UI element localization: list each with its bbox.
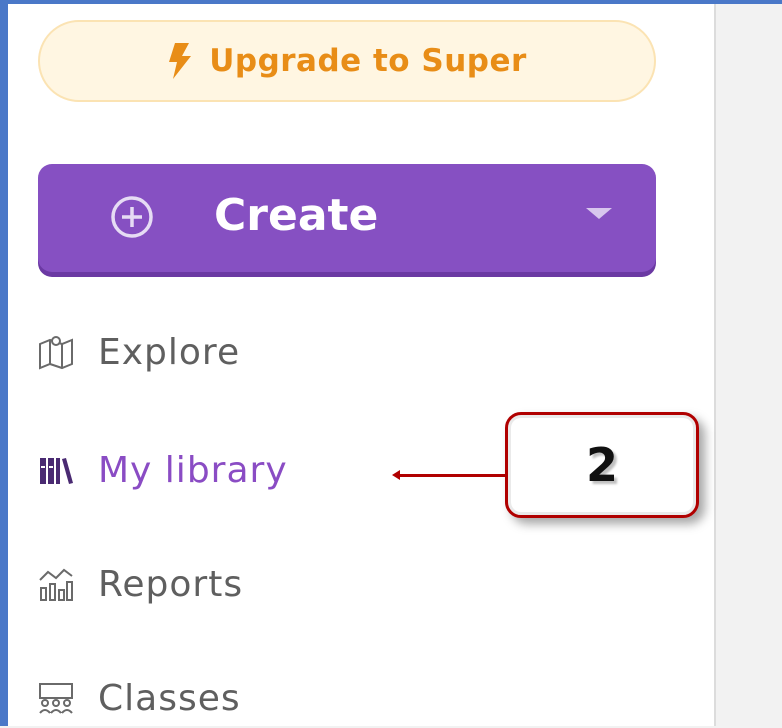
sidebar-item-label: Classes xyxy=(98,677,241,719)
sidebar-item-label: My library xyxy=(98,449,288,491)
callout-line xyxy=(398,474,510,477)
map-icon xyxy=(39,336,73,370)
sidebar: Upgrade to Super Create Explore My libra… xyxy=(8,4,716,726)
sidebar-item-my-library[interactable]: My library xyxy=(38,440,288,500)
callout-badge: 2 xyxy=(505,412,699,518)
sidebar-item-explore[interactable]: Explore xyxy=(38,322,240,382)
callout-number: 2 xyxy=(585,438,618,492)
upgrade-button[interactable]: Upgrade to Super xyxy=(38,20,656,102)
sidebar-item-reports[interactable]: Reports xyxy=(38,554,243,614)
sidebar-item-classes[interactable]: Classes xyxy=(38,668,241,728)
caret-down-icon[interactable] xyxy=(586,208,612,219)
sidebar-item-label: Reports xyxy=(98,563,244,605)
classes-group-icon xyxy=(39,683,73,714)
library-icon xyxy=(40,458,73,484)
reports-chart-icon xyxy=(39,568,73,601)
lightning-bolt-icon xyxy=(169,43,192,79)
upgrade-label: Upgrade to Super xyxy=(209,43,527,79)
create-button[interactable]: Create xyxy=(38,164,656,272)
plus-circle-icon xyxy=(111,196,153,238)
create-label: Create xyxy=(214,190,379,241)
main-content xyxy=(716,4,782,726)
sidebar-item-label: Explore xyxy=(98,331,241,373)
